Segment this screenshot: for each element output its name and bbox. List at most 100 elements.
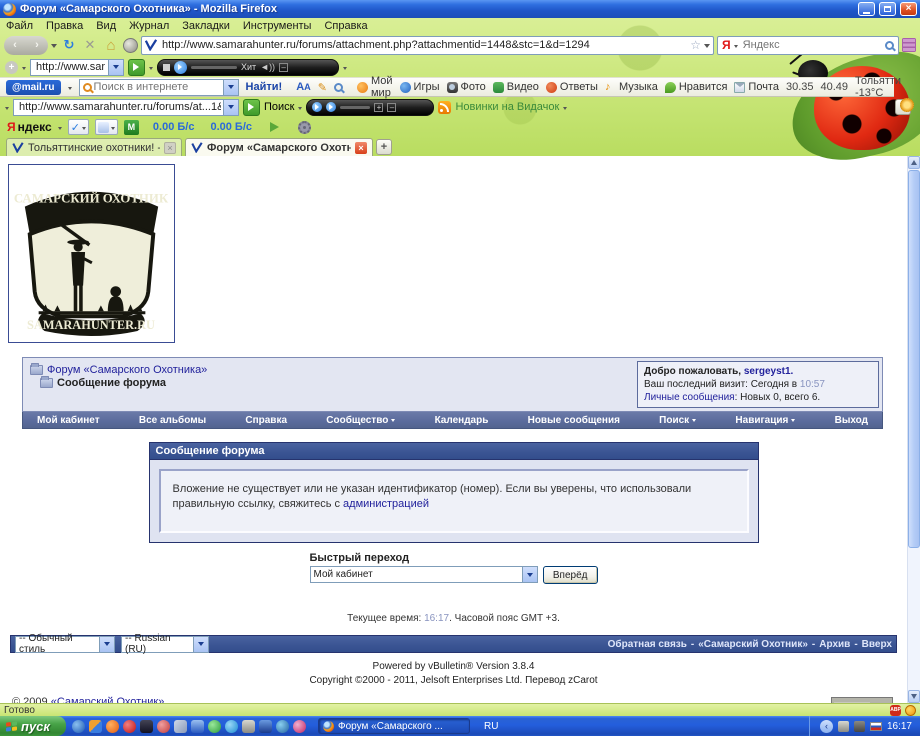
- find-button[interactable]: Найти!: [246, 81, 283, 93]
- combo-dropdown-icon[interactable]: [223, 80, 238, 95]
- led-counter[interactable]: 2 636 217 217: [831, 697, 893, 703]
- mailru-photo[interactable]: Фото: [447, 81, 486, 93]
- search-engine-caret-icon[interactable]: [734, 45, 738, 50]
- quicklaunch-icon[interactable]: [106, 720, 119, 733]
- player-track-slider[interactable]: [191, 66, 237, 69]
- vidachok-news-link[interactable]: Новинки на Видачок: [455, 101, 559, 113]
- mailru-music[interactable]: ♪Музыка: [605, 81, 658, 93]
- tab-close-icon[interactable]: ×: [355, 142, 367, 154]
- administration-link[interactable]: администрацией: [343, 498, 429, 510]
- go-forward-button[interactable]: Вперёд: [543, 566, 598, 584]
- quicklaunch-icon[interactable]: [191, 720, 204, 733]
- menu-view[interactable]: Вид: [96, 20, 116, 32]
- caret-icon[interactable]: [343, 67, 347, 72]
- select-dropdown-icon[interactable]: [522, 567, 537, 582]
- contact-link[interactable]: Обратная связь: [608, 639, 687, 650]
- mini-minimize-icon[interactable]: –: [387, 103, 396, 112]
- quick-jump-select[interactable]: Мой кабинет: [310, 566, 538, 583]
- mailru-video[interactable]: Видео: [493, 81, 539, 93]
- font-size-icon[interactable]: AA: [296, 81, 311, 93]
- caret-icon[interactable]: [563, 107, 567, 112]
- home-icon[interactable]: ⌂: [102, 36, 120, 54]
- stop-icon[interactable]: ✕: [81, 36, 99, 54]
- nav-community[interactable]: Сообщество: [326, 415, 395, 426]
- toolbar-search-go-button[interactable]: [243, 99, 260, 116]
- vertical-scrollbar[interactable]: [907, 156, 920, 703]
- edit-pencil-icon[interactable]: ✎: [318, 81, 327, 94]
- session-restore-icon[interactable]: [123, 38, 138, 53]
- site-logo-image[interactable]: САМАРСКИЙ ОХОТНИК SAMARAHUNTER.RU: [8, 164, 175, 343]
- site-copyright-link[interactable]: «Самарский Охотник»: [51, 696, 165, 703]
- firefox-task-button[interactable]: Форум «Самарского ...: [318, 718, 470, 734]
- mini-track-slider[interactable]: [340, 106, 370, 109]
- language-select[interactable]: -- Russian (RU): [121, 636, 209, 653]
- russian-flag-icon[interactable]: [870, 722, 882, 731]
- menu-file[interactable]: Файл: [6, 20, 33, 32]
- caret-icon[interactable]: [22, 67, 26, 72]
- play-icon[interactable]: [270, 122, 284, 132]
- tab-tolyatti-hunters[interactable]: Тольяттинские охотники! - Страниц... ×: [6, 138, 182, 156]
- smiley-addon-icon[interactable]: [905, 705, 916, 716]
- caret-icon[interactable]: [149, 67, 153, 72]
- mailru-mail[interactable]: Почта: [734, 81, 779, 93]
- quicklaunch-icon[interactable]: [157, 720, 170, 733]
- mailru-logo[interactable]: @mail.ru: [6, 80, 61, 95]
- go-button[interactable]: [128, 59, 145, 76]
- archive-link[interactable]: Архив: [819, 639, 850, 650]
- minimize-button[interactable]: [858, 2, 875, 16]
- menu-tools[interactable]: Инструменты: [243, 20, 312, 32]
- caret-icon[interactable]: [5, 107, 9, 112]
- menu-edit[interactable]: Правка: [46, 20, 83, 32]
- tab-samara-hunter-forum[interactable]: Форум «Самарского Охотника» ×: [185, 138, 373, 156]
- quicklaunch-icon[interactable]: [72, 720, 85, 733]
- caret-icon[interactable]: [298, 107, 302, 112]
- tray-icon[interactable]: [838, 721, 849, 732]
- quicklaunch-icon[interactable]: [276, 720, 289, 733]
- url-dropdown-icon[interactable]: [704, 44, 710, 51]
- web-search-input[interactable]: [741, 38, 882, 52]
- private-messages-link[interactable]: Личные сообщения: [644, 392, 735, 403]
- quick-url-input[interactable]: [34, 60, 108, 74]
- caret-icon[interactable]: [58, 127, 62, 132]
- quicklaunch-icon[interactable]: [123, 720, 136, 733]
- quicklaunch-icon[interactable]: [242, 720, 255, 733]
- start-button[interactable]: пуск: [0, 716, 66, 736]
- player-stop-icon[interactable]: [163, 64, 170, 71]
- yandex-money-icon[interactable]: М: [124, 120, 139, 135]
- menu-help[interactable]: Справка: [324, 20, 367, 32]
- tab-close-icon[interactable]: ×: [164, 142, 176, 154]
- caret-icon[interactable]: [68, 87, 72, 92]
- style-select[interactable]: -- Обычный стиль: [15, 636, 115, 653]
- history-caret-icon[interactable]: [51, 44, 57, 51]
- reload-icon[interactable]: ↻: [60, 36, 78, 54]
- bookmark-star-icon[interactable]: ☆: [690, 38, 701, 52]
- language-indicator[interactable]: RU: [484, 721, 498, 732]
- mini-play-icon[interactable]: [312, 102, 322, 112]
- scrollbar-thumb[interactable]: [908, 170, 920, 548]
- close-button[interactable]: ×: [900, 2, 917, 16]
- toolbar-search-label[interactable]: Поиск: [264, 101, 294, 113]
- scroll-up-button[interactable]: [908, 156, 920, 169]
- quicklaunch-icon[interactable]: [89, 720, 102, 733]
- nav-help[interactable]: Справка: [245, 415, 287, 426]
- yandex-toolbar-logo[interactable]: Яндекс: [7, 120, 52, 134]
- mailru-games[interactable]: Игры: [400, 81, 440, 93]
- player-minimize-icon[interactable]: –: [279, 63, 288, 72]
- mini-pause-icon[interactable]: [326, 102, 336, 112]
- nav-calendar[interactable]: Календарь: [435, 415, 489, 426]
- back-forward-buttons[interactable]: ‹›: [4, 36, 48, 55]
- menu-history[interactable]: Журнал: [129, 20, 169, 32]
- nav-my-cabinet[interactable]: Мой кабинет: [37, 415, 100, 426]
- spellcheck-button[interactable]: ✓: [68, 119, 89, 135]
- combo-dropdown-icon[interactable]: [108, 60, 123, 75]
- nav-new-messages[interactable]: Новые сообщения: [528, 415, 620, 426]
- home-link[interactable]: «Самарский Охотник»: [698, 639, 808, 650]
- quicklaunch-icon[interactable]: [293, 720, 306, 733]
- tray-icon[interactable]: [854, 721, 865, 732]
- add-icon[interactable]: +: [5, 61, 18, 74]
- yandex-settings-gear-icon[interactable]: [298, 121, 311, 134]
- quicklaunch-icon[interactable]: [140, 720, 153, 733]
- mailru-answers[interactable]: Ответы: [546, 81, 598, 93]
- translate-button[interactable]: [95, 119, 118, 135]
- quicklaunch-icon[interactable]: [225, 720, 238, 733]
